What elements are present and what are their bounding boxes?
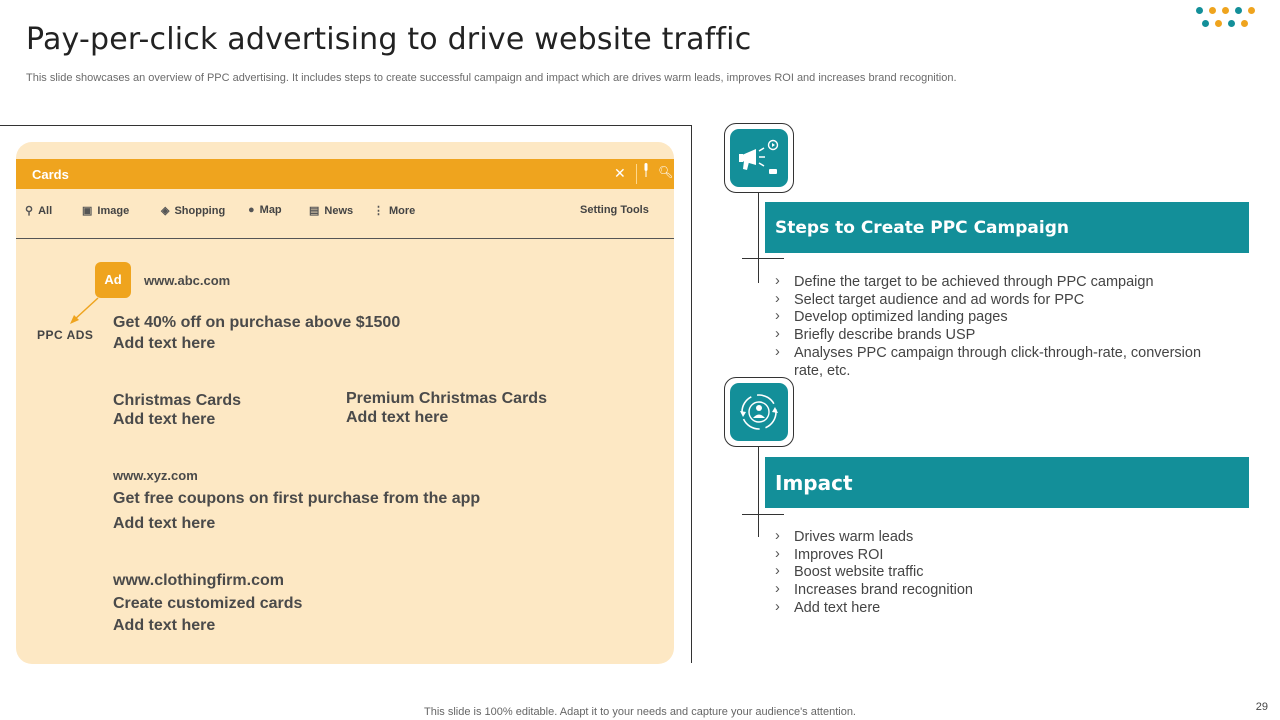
search-icon: ⚲ — [25, 205, 34, 217]
browser-title-bar: Cards ✕ 🔍︎ — [16, 159, 674, 189]
image-icon: ▣ — [82, 205, 93, 217]
result-url[interactable]: www.clothingfirm.com — [113, 572, 284, 590]
result-headline[interactable]: Christmas Cards — [113, 392, 241, 410]
steps-icon-frame — [724, 123, 794, 193]
result-text: Add text here — [113, 515, 216, 532]
impact-heading: Impact — [765, 457, 1249, 508]
nav-divider — [16, 238, 674, 239]
browser-tab-title: Cards — [32, 167, 69, 182]
setting-tools-link[interactable]: Setting Tools — [580, 204, 649, 216]
list-item: Analyses PPC campaign through click-thro… — [775, 344, 1225, 380]
arrow-icon — [70, 297, 99, 324]
list-item: Drives warm leads — [775, 528, 1225, 547]
page-number: 29 — [1255, 701, 1268, 713]
list-item: Develop optimized landing pages — [775, 308, 1225, 327]
impact-tick — [742, 514, 784, 515]
news-icon: ▤ — [309, 205, 320, 217]
impact-icon-frame — [724, 377, 794, 447]
impact-connector — [758, 447, 759, 537]
list-item: Add text here — [775, 599, 1225, 618]
tag-icon: ◈ — [161, 205, 170, 217]
result-text: Add text here — [113, 617, 216, 634]
map-pin-icon: ● — [248, 204, 255, 216]
nav-item-news[interactable]: ▤ News — [309, 204, 354, 218]
result-headline[interactable]: Get 40% off on purchase above $1500 — [113, 314, 400, 332]
close-icon[interactable]: ✕ — [614, 165, 626, 182]
nav-label: Map — [259, 204, 282, 216]
list-item: Select target audience and ad words for … — [775, 291, 1225, 310]
slide-title: Pay-per-click advertising to drive websi… — [26, 22, 752, 57]
list-item: Increases brand recognition — [775, 581, 1225, 600]
list-item: Define the target to be achieved through… — [775, 273, 1225, 292]
nav-item-image[interactable]: ▣ Image — [82, 204, 130, 218]
search-browser-mockup: Cards ✕ 🔍︎ ⚲ All ▣ Image ◈ Shopping ● Ma… — [16, 142, 674, 664]
microphone-icon[interactable] — [643, 163, 649, 177]
impact-list: Drives warm leads Improves ROI Boost web… — [775, 528, 1225, 618]
nav-item-more[interactable]: ⋮ More — [373, 204, 416, 218]
list-item: Improves ROI — [775, 546, 1225, 565]
result-url[interactable]: www.xyz.com — [113, 468, 198, 483]
decorative-dots — [1196, 7, 1256, 31]
megaphone-icon — [730, 129, 788, 187]
result-url[interactable]: www.abc.com — [144, 273, 230, 288]
nav-item-shopping[interactable]: ◈ Shopping — [161, 204, 226, 218]
result-text: Add text here — [346, 409, 449, 426]
slide-footer: This slide is 100% editable. Adapt it to… — [424, 706, 856, 718]
result-headline[interactable]: Premium Christmas Cards — [346, 390, 547, 408]
more-icon: ⋮ — [373, 205, 384, 217]
steps-heading: Steps to Create PPC Campaign — [765, 202, 1249, 253]
list-item: Briefly describe brands USP — [775, 326, 1225, 345]
result-headline[interactable]: Create customized cards — [113, 595, 302, 613]
result-text: Add text here — [113, 335, 216, 352]
nav-label: Image — [97, 204, 130, 217]
search-nav-bar: ⚲ All ▣ Image ◈ Shopping ● Map ▤ News ⋮ … — [16, 204, 674, 224]
setting-tools-label: Setting Tools — [580, 204, 649, 216]
nav-label: News — [324, 204, 354, 217]
result-headline[interactable]: Get free coupons on first purchase from … — [113, 490, 480, 508]
frame-line-top — [0, 125, 692, 126]
growth-cycle-icon — [730, 383, 788, 441]
steps-connector — [758, 193, 759, 283]
ppc-ads-label: PPC ADS — [37, 328, 94, 342]
ad-badge: Ad — [95, 262, 131, 298]
nav-label: All — [38, 204, 53, 217]
slide-subtitle: This slide showcases an overview of PPC … — [26, 72, 957, 84]
steps-list: Define the target to be achieved through… — [775, 273, 1225, 380]
bar-divider — [636, 164, 637, 184]
frame-line-right — [691, 125, 692, 663]
result-text: Add text here — [113, 411, 216, 428]
search-icon[interactable]: 🔍︎ — [658, 165, 673, 179]
steps-tick — [742, 258, 784, 259]
nav-item-all[interactable]: ⚲ All — [25, 204, 53, 218]
nav-label: Shopping — [174, 204, 226, 217]
nav-label: More — [389, 204, 416, 217]
nav-item-map[interactable]: ● Map — [248, 204, 282, 216]
list-item: Boost website traffic — [775, 563, 1225, 582]
